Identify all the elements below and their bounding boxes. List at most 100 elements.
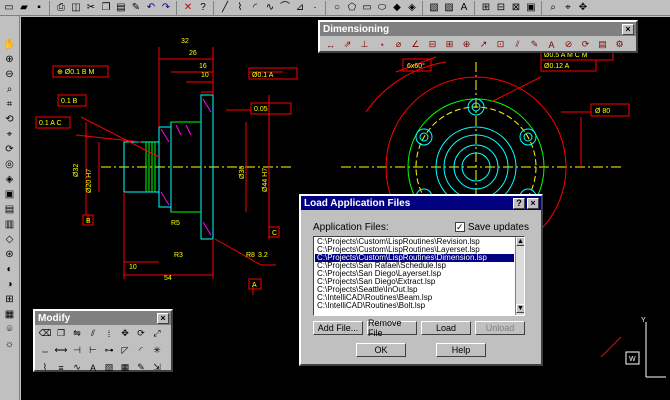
close-icon[interactable]: × (527, 197, 539, 209)
dim-text-icon[interactable]: A (544, 38, 559, 51)
scroll-up-icon[interactable]: ▲ (516, 237, 524, 246)
zoom-previous-icon[interactable]: ⟲ (2, 113, 18, 126)
align-icon[interactable]: ⇲ (150, 361, 164, 374)
curve-icon[interactable]: ⌒ (278, 1, 292, 15)
continue-dim-icon[interactable]: ⊞ (442, 38, 457, 51)
polygon-icon[interactable]: ⬠ (345, 1, 359, 15)
front-view-icon[interactable]: ▤ (2, 203, 18, 216)
save-icon[interactable]: ▪ (32, 1, 46, 15)
iso-view-icon[interactable]: ◇ (2, 233, 18, 246)
mledit-icon[interactable]: ≡ (54, 361, 68, 374)
save-updates-checkbox[interactable]: ✓ Save updates (454, 221, 529, 233)
copy-icon[interactable]: ❐ (54, 327, 68, 340)
rectangle-icon[interactable]: ▭ (360, 1, 374, 15)
pedit-icon[interactable]: ⌇ (38, 361, 52, 374)
modify-titlebar[interactable]: Modify × (35, 311, 171, 325)
new-icon[interactable]: ▭ (2, 1, 16, 15)
remove-file-button[interactable]: Remove File (367, 318, 417, 338)
spline-icon[interactable]: ∿ (263, 1, 277, 15)
rotate-icon[interactable]: ⟳ (134, 327, 148, 340)
line-icon[interactable]: ╱ (218, 1, 232, 15)
stretch-icon[interactable]: ⇔ (38, 344, 52, 357)
update-icon[interactable]: ⟳ (578, 38, 593, 51)
extend-icon[interactable]: ⊢ (86, 344, 100, 357)
preview-icon[interactable]: ◫ (69, 1, 83, 15)
edit-dim-icon[interactable]: ✎ (527, 38, 542, 51)
named-views-icon[interactable]: ◎ (2, 158, 18, 171)
paste-icon[interactable]: ▤ (114, 1, 128, 15)
properties-icon[interactable]: ▦ (118, 361, 132, 374)
undo-icon[interactable]: ↶ (144, 1, 158, 15)
zoom-window-icon[interactable]: ⌕ (2, 83, 18, 96)
orbit-icon[interactable]: ⊛ (2, 248, 18, 261)
aligned-dim-icon[interactable]: ⇗ (340, 38, 355, 51)
ellipse-icon[interactable]: ⬭ (375, 1, 389, 15)
polyline-icon[interactable]: ⌇ (233, 1, 247, 15)
diameter-dim-icon[interactable]: ⌀ (391, 38, 406, 51)
unload-button[interactable]: Unload (475, 321, 525, 335)
help-button[interactable]: Help (436, 343, 486, 357)
image-icon[interactable]: ▣ (524, 1, 538, 15)
application-files-list[interactable]: C:\Projects\Custom\LispRoutines\Revision… (313, 236, 525, 316)
top-view-icon[interactable]: ▣ (2, 188, 18, 201)
add-file-button[interactable]: Add File... (313, 321, 363, 335)
lengthen-icon[interactable]: ⟷ (54, 344, 68, 357)
camera-icon[interactable]: ⌾ (2, 323, 18, 336)
circle-icon[interactable]: ○ (330, 1, 344, 15)
zoom-extents-icon[interactable]: ⌗ (2, 98, 18, 111)
gradient-icon[interactable]: ▨ (442, 1, 456, 15)
move-icon[interactable]: ✥ (118, 327, 132, 340)
dialog-titlebar[interactable]: Load Application Files ? × (301, 196, 541, 210)
trim-icon[interactable]: ⊿ (293, 1, 307, 15)
array-icon[interactable]: ⁞ (102, 327, 116, 340)
zoom-scale-icon[interactable]: ⌖ (2, 128, 18, 141)
radius-dim-icon[interactable]: ◔ (374, 38, 389, 51)
dimensioning-titlebar[interactable]: Dimensioning × (320, 22, 636, 36)
render-icon[interactable]: ◑ (2, 278, 18, 291)
hatch-icon[interactable]: ▧ (427, 1, 441, 15)
dim-settings-icon[interactable]: ⚙ (612, 38, 627, 51)
oblique-icon[interactable]: ⫽ (510, 38, 525, 51)
list-item[interactable]: C:\IntelliCAD\Routines\Bolt.lsp (315, 302, 514, 310)
chamfer-icon[interactable]: ◸ (118, 344, 132, 357)
hand-icon[interactable]: ✋ (2, 38, 18, 51)
angular-dim-icon[interactable]: ∠ (408, 38, 423, 51)
close-button[interactable]: × (622, 23, 634, 35)
dimensioning-toolbar[interactable]: Dimensioning × ↔ ⇗ ⊥ ◔ ⌀ ∠ ⊟ ⊞ ⊕ ↗ ⊡ ⫽ ✎… (318, 20, 638, 53)
leader-icon[interactable]: ↗ (476, 38, 491, 51)
trim-icon[interactable]: ⊣ (70, 344, 84, 357)
close-button[interactable]: × (157, 312, 169, 324)
redo-icon[interactable]: ↷ (159, 1, 173, 15)
help-icon[interactable]: ? (513, 197, 525, 209)
shade-icon[interactable]: ◐ (2, 263, 18, 276)
scale-icon[interactable]: ⤢ (150, 327, 164, 340)
zoom-all-icon[interactable]: ⌖ (561, 1, 575, 15)
open-icon[interactable]: ▰ (17, 1, 31, 15)
region-icon[interactable]: ◈ (405, 1, 419, 15)
point-icon[interactable]: · (308, 1, 322, 15)
mirror-icon[interactable]: ⇋ (70, 327, 84, 340)
match-props-icon[interactable]: ✎ (134, 361, 148, 374)
offset-icon[interactable]: ⫽ (86, 327, 100, 340)
baseline-dim-icon[interactable]: ⊟ (425, 38, 440, 51)
solid-icon[interactable]: ◆ (390, 1, 404, 15)
layout-icon[interactable]: ▦ (2, 308, 18, 321)
load-button[interactable]: Load (421, 321, 471, 335)
cancel-icon[interactable]: ✕ (181, 1, 195, 15)
checkbox-box[interactable]: ✓ (454, 221, 465, 232)
scroll-track[interactable] (516, 246, 524, 304)
zoom-in-icon[interactable]: ⊕ (2, 53, 18, 66)
hatch-edit-icon[interactable]: ▧ (102, 361, 116, 374)
erase-icon[interactable]: ⌫ (38, 327, 52, 340)
xref-icon[interactable]: ⊠ (509, 1, 523, 15)
copy-icon[interactable]: ❐ (99, 1, 113, 15)
insert-icon[interactable]: ⊟ (494, 1, 508, 15)
cut-icon[interactable]: ✂ (84, 1, 98, 15)
override-icon[interactable]: ⊘ (561, 38, 576, 51)
zoom-window-icon[interactable]: ⌕ (546, 1, 560, 15)
match-icon[interactable]: ✎ (129, 1, 143, 15)
dim-style-icon[interactable]: ▤ (595, 38, 610, 51)
text-edit-icon[interactable]: A (86, 361, 100, 374)
ordinate-dim-icon[interactable]: ⊥ (357, 38, 372, 51)
zoom-out-icon[interactable]: ⊖ (2, 68, 18, 81)
